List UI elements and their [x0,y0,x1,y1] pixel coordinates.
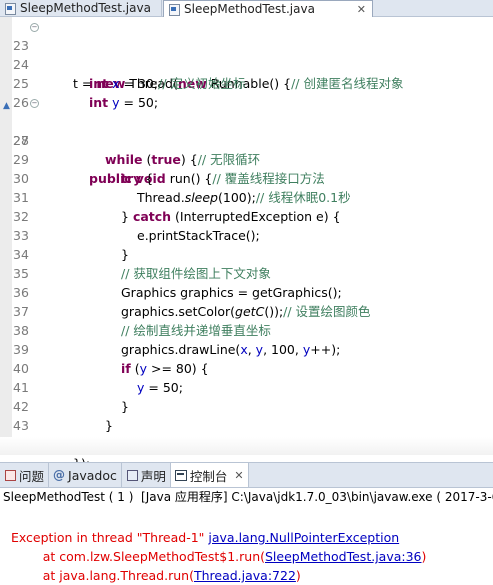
code-text: Graphics graphics = getGraphics(); [121,285,342,300]
console-icon [174,469,187,481]
code-line: 28 while (true) {// 无限循环 [0,112,260,167]
code-text: int x = 30;// 定义初始坐标 [89,76,246,91]
code-text: graphics.setColor(getC());// 设置绘图颜色 [121,304,371,319]
code-line: 26 [0,74,29,110]
line-number: 43 [13,418,29,433]
stack-frame-link[interactable]: Thread.java:722 [194,568,296,583]
code-editor[interactable]: 23 − t = new Thread(new Runnable() {// 创… [0,17,493,471]
panel-tab-bar: 问题 @ Javadoc 声明 控制台 ✕ [0,462,493,488]
tab-problems[interactable]: 问题 [0,463,50,487]
console-text: ) [295,568,301,583]
code-line: 29 try { [0,131,153,186]
line-number: 35 [13,266,29,281]
line-number: 42 [13,399,29,414]
code-line: 40 y = 50; [0,340,183,395]
close-icon[interactable]: ✕ [234,469,243,482]
code-line: 25 int y = 50; [0,55,158,110]
code-line: 31 } catch (InterruptedException e) { [0,169,341,224]
line-number: 36 [13,285,29,300]
editor-bottom-edge [0,437,493,455]
code-line: 34 // 获取组件绘图上下文对象 [0,226,271,281]
code-text: y = 50; [137,380,183,395]
tab-label: 声明 [140,468,166,484]
java-file-icon [4,2,16,15]
code-line: 42 } [0,378,113,433]
line-number: 37 [13,304,29,319]
editor-tab-label: SleepMethodTest.java [20,1,151,15]
console-text: ) [421,549,427,564]
line-number: 30 [13,171,29,186]
code-line: 24 int x = 30;// 定义初始坐标 [0,36,246,91]
tab-label: Javadoc [68,467,117,483]
line-number: 24 [13,57,29,72]
tab-declaration[interactable]: 声明 [122,463,171,487]
code-line: 35 Graphics graphics = getGraphics(); [0,245,342,300]
line-number: 25 [13,76,29,91]
console-text: at java.lang.Thread.run( [10,568,194,583]
editor-tab-label: SleepMethodTest.java [184,2,315,16]
problems-icon [4,469,16,481]
java-file-icon [168,3,180,16]
close-icon[interactable]: ✕ [357,3,366,16]
line-number: 34 [13,247,29,262]
console-output-line: at java.lang.Thread.run(Thread.java:722) [3,547,301,583]
collapse-icon[interactable]: − [30,23,39,32]
code-line: 23 − t = new Thread(new Runnable() {// 创… [0,17,403,91]
code-line: 39 if (y >= 80) { [0,321,209,376]
code-text: while (true) {// 无限循环 [105,152,261,167]
code-text: int y = 50; [89,95,159,110]
code-line: 37 // 绘制直线并递增垂直坐标 [0,283,271,338]
code-line: 36 graphics.setColor(getC());// 设置绘图颜色 [0,264,371,319]
line-number: 23 [13,38,29,53]
collapse-icon[interactable]: − [30,99,39,108]
console-launch-header: SleepMethodTest ( 1 ) [Java 应用程序] C:\Jav… [3,490,493,504]
code-text: Thread.sleep(100);// 线程休眠0.1秒 [137,190,351,205]
line-number: 38 [13,323,29,338]
code-line: 32 e.printStackTrace(); [0,188,260,243]
code-text: } [105,418,113,433]
code-line: 33 } [0,207,129,262]
code-text: try { [121,171,154,186]
code-line: 38 graphics.drawLine(x, y, 100, y++); [0,302,340,357]
line-number: 32 [13,209,29,224]
code-text: e.printStackTrace(); [137,228,260,243]
code-text: graphics.drawLine(x, y, 100, y++); [121,342,341,357]
code-text: } [121,399,129,414]
code-line: 30 Thread.sleep(100);// 线程休眠0.1秒 [0,150,351,205]
editor-tab-sleepmethodtest-1[interactable]: SleepMethodTest.java [0,0,162,16]
line-number: 39 [13,342,29,357]
declaration-icon [126,469,138,481]
code-text: // 绘制直线并递增垂直坐标 [121,323,271,338]
code-text: } [121,247,129,262]
line-number: 29 [13,152,29,167]
code-line: 41 } [0,359,129,414]
code-text: // 获取组件绘图上下文对象 [121,266,271,281]
console-output-line: at com.lzw.SleepMethodTest$1.run(SleepMe… [3,528,427,564]
code-line: ▲ 27 − public void run() {// 覆盖线程接口方法 [0,93,325,186]
code-line: 44 }); [0,416,90,471]
tab-javadoc[interactable]: @ Javadoc [49,463,122,487]
editor-tab-bar: SleepMethodTest.java SleepMethodTest.jav… [0,0,493,17]
tab-label: 控制台 [189,468,228,484]
line-number: 33 [13,228,29,243]
javadoc-icon: @ [53,468,66,482]
code-text: if (y >= 80) { [121,361,209,376]
tab-label: 问题 [19,468,45,484]
line-number: 28 [13,133,29,148]
line-number: 31 [13,190,29,205]
console-output-line: Exception in thread "Thread-1" java.lang… [3,509,399,545]
editor-tab-sleepmethodtest-2[interactable]: SleepMethodTest.java ✕ [163,0,373,17]
line-number: 40 [13,361,29,376]
tab-console[interactable]: 控制台 ✕ [170,463,249,487]
code-text: } catch (InterruptedException e) { [121,209,341,224]
code-line: 43 } [0,397,97,452]
line-number: 41 [13,380,29,395]
